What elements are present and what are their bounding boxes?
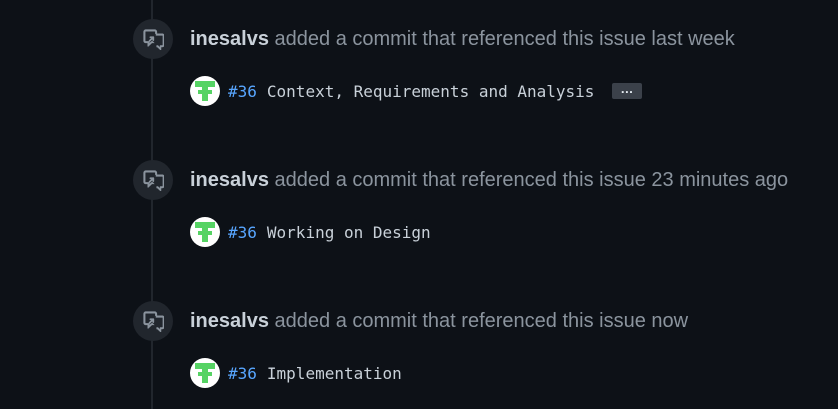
event-time[interactable]: last week <box>651 28 734 50</box>
commit-row: #36 Context, Requirements and Analysis … <box>190 76 643 106</box>
author-link[interactable]: inesalvs <box>190 169 269 191</box>
expand-commit-button[interactable]: … <box>612 82 643 99</box>
event-time[interactable]: 23 minutes ago <box>651 169 788 191</box>
event-header: inesalvs added a commit that referenced … <box>190 168 788 192</box>
timeline-event: inesalvs added a commit that referenced … <box>0 0 838 141</box>
timeline-event: inesalvs added a commit that referenced … <box>0 141 838 282</box>
author-link[interactable]: inesalvs <box>190 310 269 332</box>
timeline-event: inesalvs added a commit that referenced … <box>0 282 838 409</box>
commit-message[interactable]: Working on Design <box>267 223 431 242</box>
author-link[interactable]: inesalvs <box>190 28 269 50</box>
event-header: inesalvs added a commit that referenced … <box>190 309 688 333</box>
event-header: inesalvs added a commit that referenced … <box>190 27 735 51</box>
identicon-avatar[interactable] <box>190 358 220 388</box>
identicon-avatar[interactable] <box>190 76 220 106</box>
commit-issue-link[interactable]: #36 <box>228 82 257 101</box>
event-action: added a commit that referenced this issu… <box>274 169 646 191</box>
commit-issue-link[interactable]: #36 <box>228 364 257 383</box>
commit-row: #36 Working on Design <box>190 217 431 247</box>
event-action: added a commit that referenced this issu… <box>274 28 646 50</box>
commit-message[interactable]: Implementation <box>267 364 402 383</box>
cross-reference-icon <box>133 19 173 59</box>
cross-reference-icon <box>133 301 173 341</box>
commit-row: #36 Implementation <box>190 358 402 388</box>
event-time[interactable]: now <box>651 310 688 332</box>
commit-issue-link[interactable]: #36 <box>228 223 257 242</box>
commit-message[interactable]: Context, Requirements and Analysis <box>267 82 595 101</box>
cross-reference-icon <box>133 160 173 200</box>
identicon-avatar[interactable] <box>190 217 220 247</box>
event-action: added a commit that referenced this issu… <box>274 310 646 332</box>
issue-timeline: inesalvs added a commit that referenced … <box>0 0 838 409</box>
